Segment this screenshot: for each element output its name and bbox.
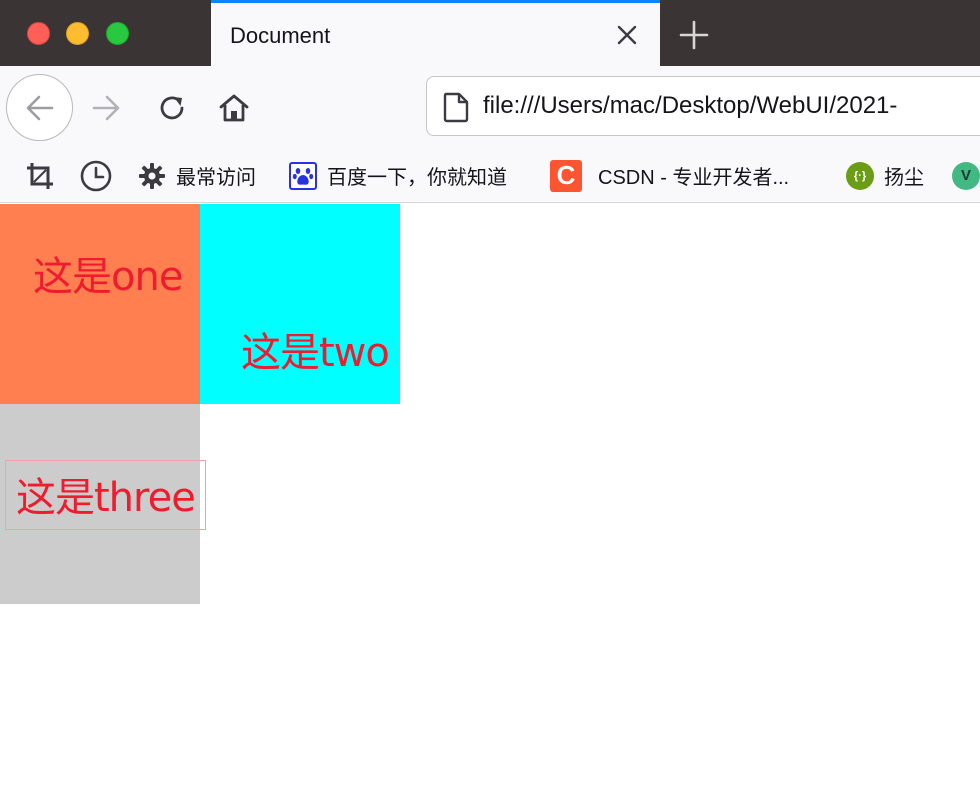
bookmark-most-visited[interactable]: 最常访问 — [138, 148, 256, 203]
arrow-right-icon — [92, 95, 120, 121]
box-three: 这是three — [0, 404, 206, 604]
tab-document[interactable]: Document — [211, 0, 660, 66]
arrow-left-icon — [26, 95, 53, 120]
home-icon — [219, 94, 249, 122]
history-clock-icon — [80, 160, 112, 191]
gear-icon — [139, 162, 165, 189]
close-icon[interactable] — [612, 20, 642, 50]
address-bar[interactable]: file:///Users/mac/Desktop/WebUI/2021- — [426, 76, 980, 136]
bookmark-label: 扬尘 — [884, 167, 924, 189]
box-two: 这是two — [200, 204, 400, 404]
plus-icon[interactable] — [676, 17, 712, 53]
back-button[interactable] — [6, 74, 73, 141]
yangchen-logo-icon: {·} — [846, 161, 874, 190]
baidu-paw-icon — [289, 161, 317, 190]
tab-title: Document — [230, 23, 331, 48]
bookmark-history[interactable] — [79, 148, 113, 203]
box-one-text: 这是one — [33, 254, 183, 300]
crop-icon — [27, 162, 53, 189]
page-content: 这是one 这是two 这是three — [0, 204, 980, 790]
bookmark-yangchen[interactable]: {·} 扬尘 — [846, 148, 924, 203]
bookmark-label: CSDN - 专业开发者... — [598, 167, 790, 189]
forward-button[interactable] — [84, 86, 128, 130]
url-text: file:///Users/mac/Desktop/WebUI/2021- — [483, 92, 898, 119]
window-close-button[interactable] — [27, 22, 50, 45]
bookmark-label: 百度一下，你就知道 — [327, 167, 507, 189]
bookmarks-toolbar: 最常访问 百度一下，你就知道 C CSDN - 专业开发者... {·} 扬尘 … — [0, 148, 980, 203]
window-maximize-button[interactable] — [106, 22, 129, 45]
navigation-bar: file:///Users/mac/Desktop/WebUI/2021- — [0, 66, 980, 148]
v-logo-icon: V — [952, 161, 980, 190]
window-minimize-button[interactable] — [66, 22, 89, 45]
bookmark-csdn[interactable]: C CSDN - 专业开发者... — [550, 148, 789, 203]
box-one: 这是one — [0, 204, 200, 404]
reload-icon — [160, 96, 184, 120]
box-three-text: 这是three — [5, 460, 206, 530]
reload-button[interactable] — [150, 86, 194, 130]
bookmark-label: 最常访问 — [176, 167, 256, 189]
box-two-text: 这是two — [241, 330, 390, 376]
bookmark-baidu[interactable]: 百度一下，你就知道 — [289, 148, 507, 203]
bookmark-crop[interactable] — [24, 148, 56, 203]
home-button[interactable] — [212, 86, 256, 130]
csdn-logo-icon: C — [550, 159, 582, 192]
bookmark-v[interactable]: V — [952, 148, 980, 203]
title-bar: Document — [0, 0, 980, 66]
page-icon — [441, 91, 471, 123]
